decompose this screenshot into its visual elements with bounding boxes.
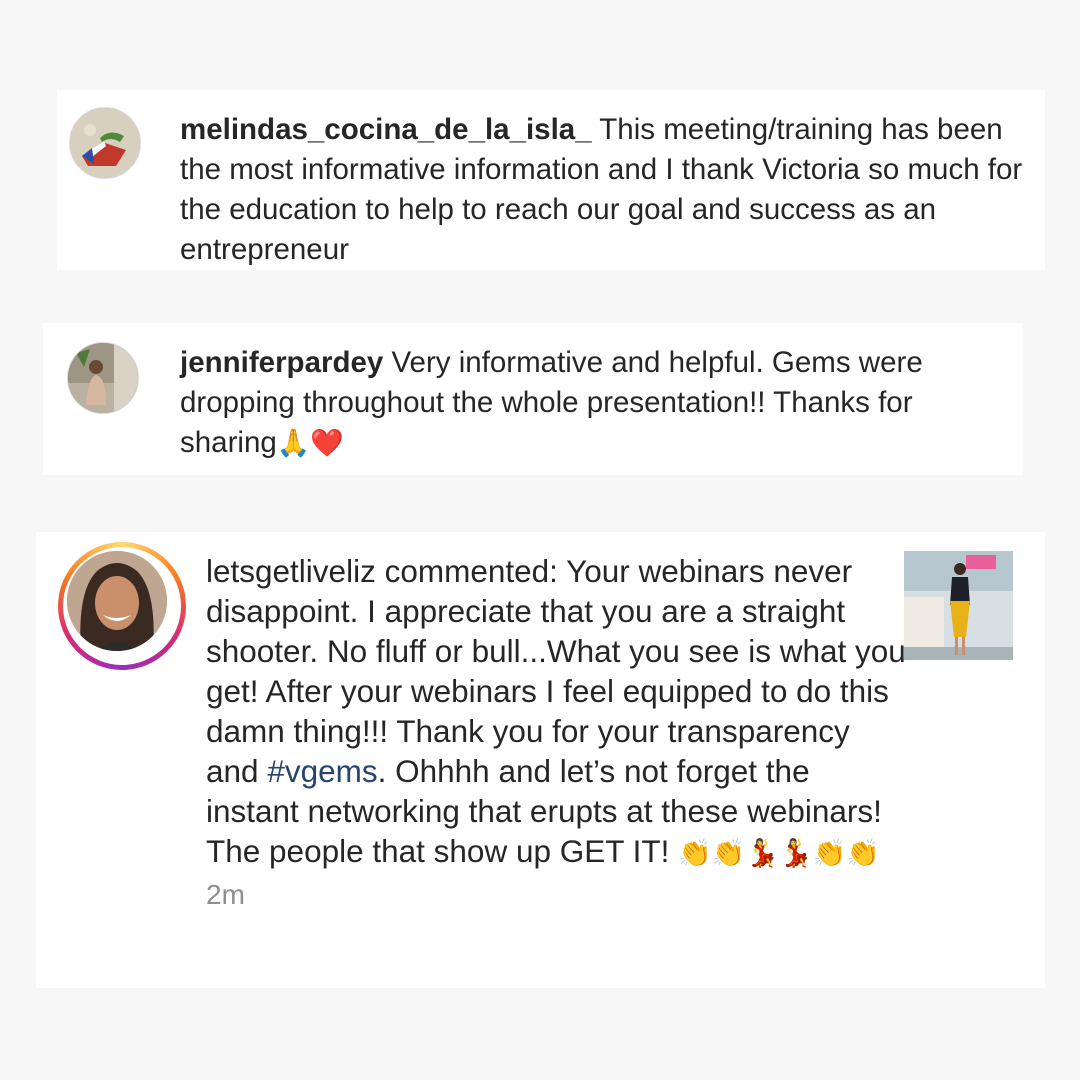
- comment-username[interactable]: jenniferpardey: [180, 346, 383, 379]
- avatar: [67, 551, 167, 651]
- comment-card-1: melindas_cocina_de_la_isla_ This meeting…: [57, 90, 1045, 270]
- comment-timestamp: 2m: [206, 879, 245, 910]
- comment-text: letsgetliveliz commented: Your webinars …: [206, 551, 906, 915]
- comment-text: melindas_cocina_de_la_isla_ This meeting…: [180, 110, 1040, 270]
- avatar[interactable]: [69, 107, 141, 179]
- comment-card-3: letsgetliveliz commented: Your webinars …: [36, 532, 1045, 988]
- post-thumbnail-icon: [904, 551, 1013, 660]
- comment-text: jenniferpardey Very informative and help…: [180, 343, 1010, 463]
- avatar-flag-logo-icon: [70, 108, 140, 178]
- avatar-photo-story-ring-icon: [67, 551, 167, 651]
- hashtag-link[interactable]: #vgems: [267, 753, 377, 789]
- post-thumbnail[interactable]: [904, 551, 1013, 660]
- story-ring[interactable]: [58, 542, 186, 670]
- comment-username[interactable]: letsgetliveliz: [206, 553, 376, 589]
- comment-username[interactable]: melindas_cocina_de_la_isla_: [180, 113, 592, 146]
- avatar[interactable]: [67, 342, 139, 414]
- emoji-reactions: 👏👏💃💃👏👏: [678, 838, 880, 868]
- emoji-reactions: 🙏❤️: [276, 428, 345, 458]
- comment-card-2: jenniferpardey Very informative and help…: [43, 323, 1023, 475]
- avatar-photo-icon: [68, 343, 138, 413]
